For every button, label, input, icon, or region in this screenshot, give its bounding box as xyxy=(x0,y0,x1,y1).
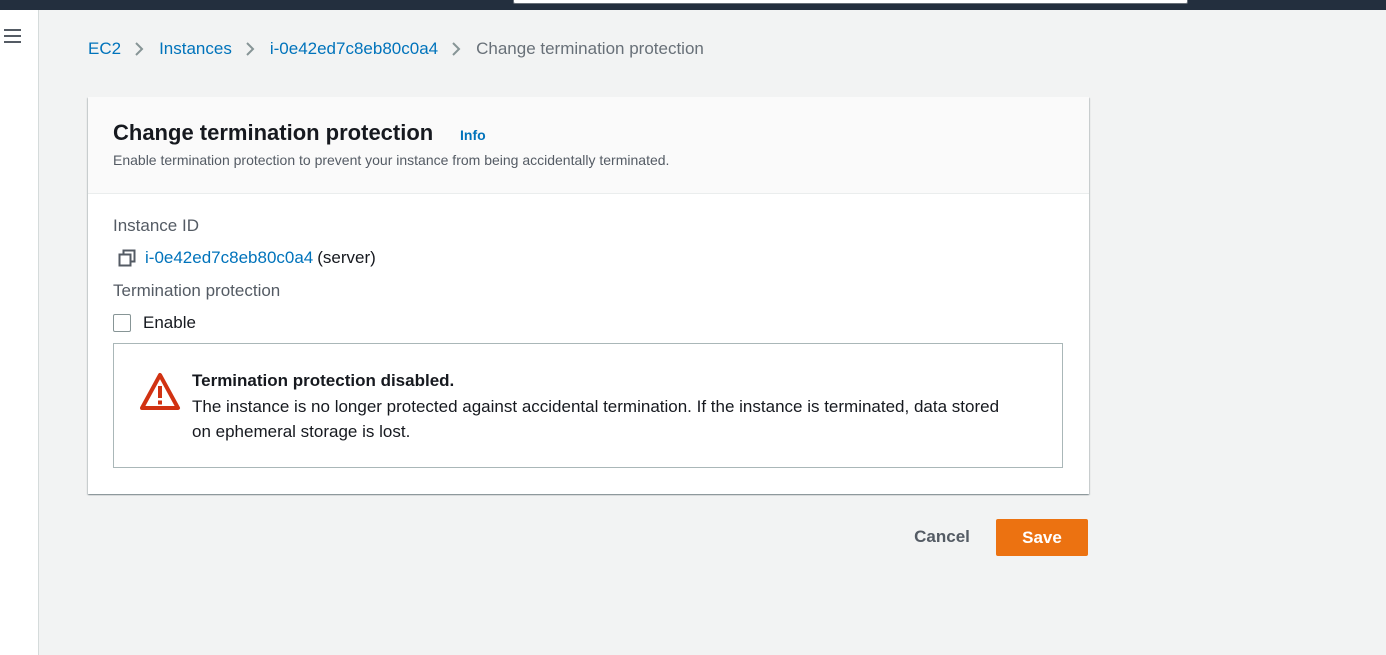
search-input[interactable] xyxy=(513,0,1188,4)
cancel-button[interactable]: Cancel xyxy=(900,519,984,555)
instance-id-value: i-0e42ed7c8eb80c0a4 (server) xyxy=(118,247,376,269)
info-link[interactable]: Info xyxy=(460,127,486,143)
save-button[interactable]: Save xyxy=(996,519,1088,556)
side-navigation xyxy=(0,10,39,655)
top-navigation-bar xyxy=(0,0,1386,10)
termination-protection-label: Termination protection xyxy=(113,281,281,300)
menu-icon[interactable] xyxy=(4,29,22,45)
warning-icon xyxy=(140,373,180,410)
panel-description: Enable termination protection to prevent… xyxy=(113,152,670,168)
breadcrumb-current-page: Change termination protection xyxy=(476,39,704,58)
instance-id-label: Instance ID xyxy=(113,216,199,235)
breadcrumb-instances[interactable]: Instances xyxy=(159,39,232,59)
copy-icon[interactable] xyxy=(118,249,136,267)
breadcrumb-instance-id[interactable]: i-0e42ed7c8eb80c0a4 xyxy=(270,39,438,59)
enable-checkbox-label[interactable]: Enable xyxy=(143,313,196,333)
chevron-right-icon xyxy=(127,40,153,58)
alert-body: The instance is no longer protected agai… xyxy=(192,397,1000,441)
chevron-right-icon xyxy=(444,40,470,58)
enable-checkbox-row[interactable]: Enable xyxy=(113,312,196,334)
alert-title: Termination protection disabled. xyxy=(192,371,455,390)
termination-protection-panel: Change termination protection Info Enabl… xyxy=(88,97,1089,494)
panel-header: Change termination protection Info Enabl… xyxy=(88,97,1089,194)
panel-title: Change termination protection xyxy=(113,120,434,145)
breadcrumb: EC2 Instances i-0e42ed7c8eb80c0a4 Change… xyxy=(88,38,704,60)
instance-name: (server) xyxy=(317,248,376,267)
warning-alert: Termination protection disabled. The ins… xyxy=(113,343,1063,468)
chevron-right-icon xyxy=(238,40,264,58)
enable-checkbox[interactable] xyxy=(113,314,131,332)
breadcrumb-ec2[interactable]: EC2 xyxy=(88,39,121,59)
instance-id-link[interactable]: i-0e42ed7c8eb80c0a4 xyxy=(145,248,313,268)
